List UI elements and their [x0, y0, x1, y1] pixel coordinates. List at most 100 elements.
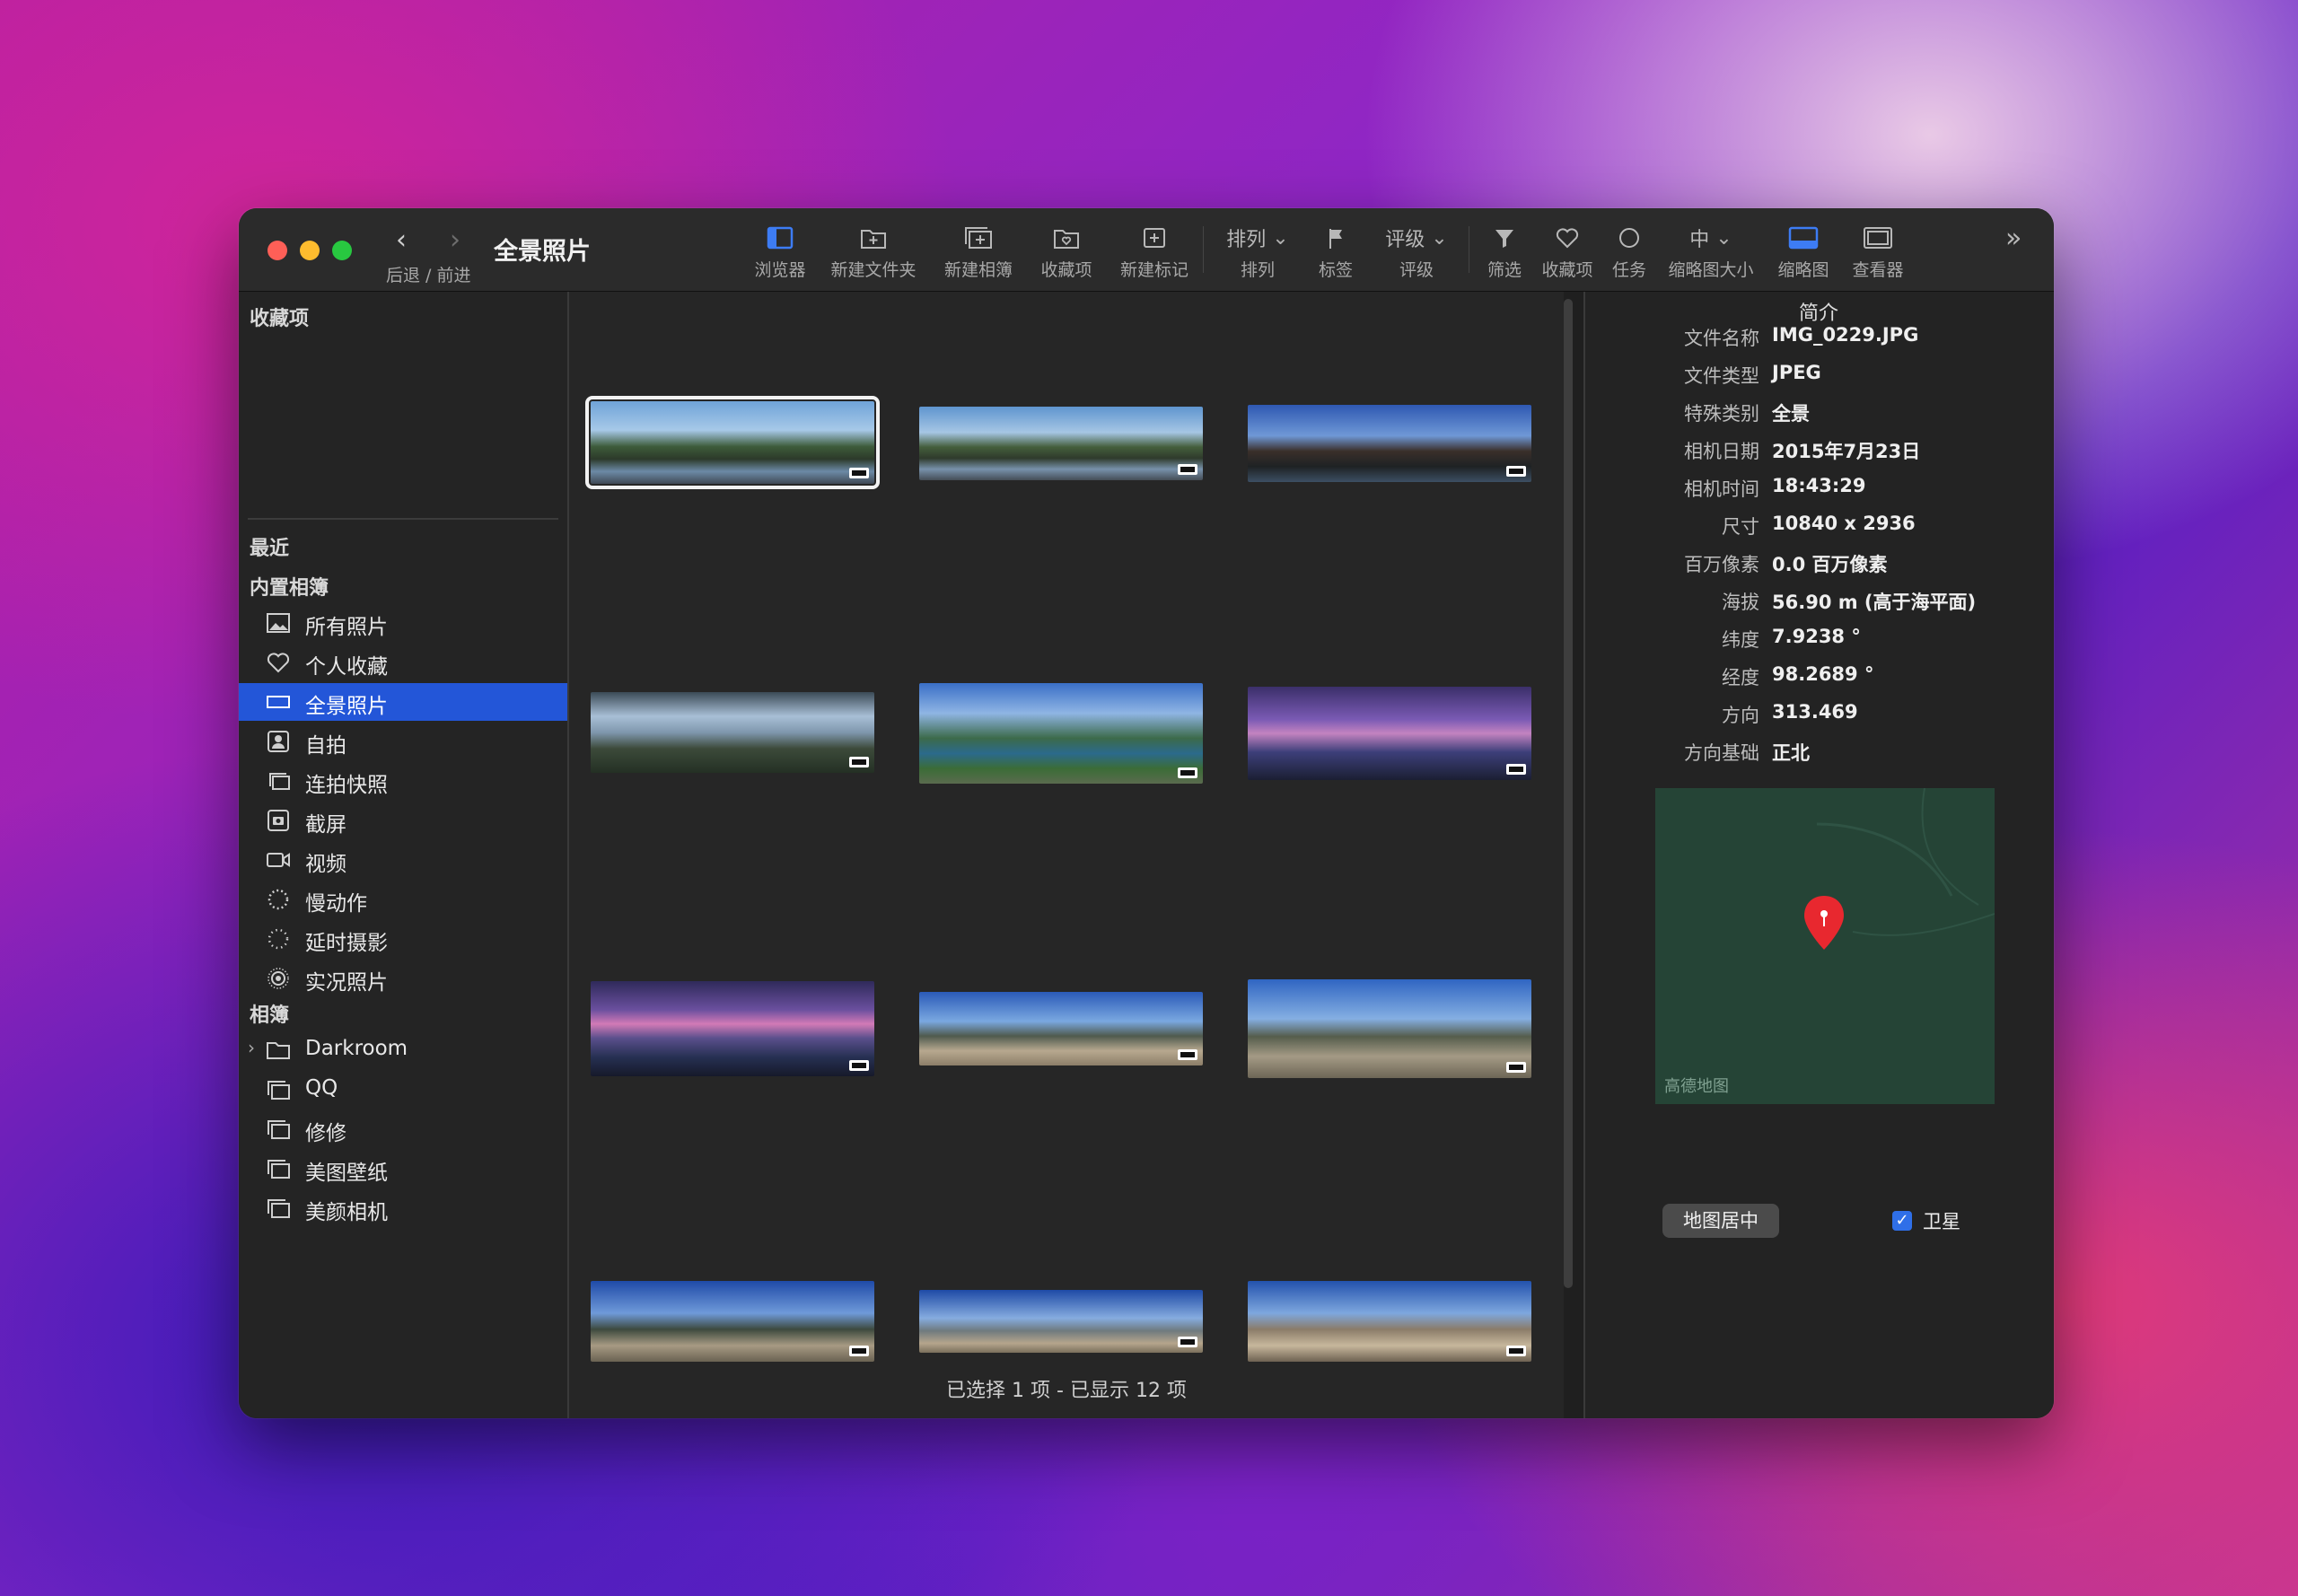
burst-icon: [269, 773, 290, 790]
photo-thumbnail[interactable]: [585, 396, 880, 489]
tags-button[interactable]: 标签: [1309, 221, 1363, 284]
heart-icon: [1556, 228, 1579, 249]
photo-thumbnail[interactable]: [1248, 979, 1531, 1078]
circle-icon: [1619, 228, 1639, 248]
photo-thumbnail[interactable]: [1248, 687, 1531, 780]
panorama-badge-icon: [1506, 1346, 1526, 1356]
albums-header: 相簿: [250, 1004, 290, 1027]
tasks-button[interactable]: 任务: [1607, 221, 1652, 284]
filter-icon: [1495, 230, 1513, 248]
new-album-icon: [965, 227, 992, 249]
status-bar: 已选择 1 项 - 已显示 12 项: [946, 1380, 1187, 1402]
browser-button[interactable]: 浏览器: [749, 221, 811, 284]
info-row: 方向基础 正北: [1684, 742, 1810, 764]
new-marker-icon: [1144, 228, 1165, 248]
slowmo-icon: [268, 889, 289, 910]
thumbnails-icon: [1788, 226, 1819, 250]
sidebar-item-wallpapers[interactable]: 美图壁纸: [239, 1150, 567, 1188]
browser-icon: [767, 226, 794, 250]
sidebar-divider: [248, 518, 558, 520]
panorama-badge-icon: [849, 1346, 869, 1356]
sidebar-item-bursts[interactable]: 连拍快照: [239, 762, 567, 800]
sidebar-item-videos[interactable]: 视频: [239, 841, 567, 879]
more-icon[interactable]: »: [2005, 223, 2022, 254]
info-row: 经度 98.2689 °: [1722, 663, 1874, 688]
sidebar-item-all-photos[interactable]: 所有照片: [239, 604, 567, 642]
recent-header[interactable]: 最近: [250, 532, 289, 561]
photo-thumbnail[interactable]: [591, 981, 874, 1076]
info-row: 纬度 7.9238 °: [1722, 626, 1861, 651]
viewer-button[interactable]: 查看器: [1842, 221, 1914, 284]
photo-icon: [267, 613, 290, 633]
sidebar-item-xiuxiu[interactable]: 修修: [239, 1110, 567, 1148]
back-icon[interactable]: ‹: [388, 223, 415, 259]
album-icon: [268, 1081, 290, 1100]
chevron-right-icon[interactable]: ›: [248, 1037, 255, 1058]
info-row: 特殊类别 全景: [1684, 403, 1810, 425]
nav-arrows: ‹ ›: [388, 223, 487, 259]
satellite-checkbox[interactable]: ✓: [1892, 1211, 1912, 1231]
sidebar-item-darkroom[interactable]: › Darkroom: [239, 1031, 567, 1069]
sort-dropdown[interactable]: 排列 ⌄ 排列: [1217, 221, 1298, 284]
info-row: 海拔 56.90 m (高于海平面): [1722, 592, 1977, 613]
live-photo-icon: [268, 968, 289, 989]
photo-thumbnail[interactable]: [919, 992, 1203, 1065]
new-album-button[interactable]: 新建相簿: [935, 221, 1022, 284]
photo-thumbnail[interactable]: [591, 1281, 874, 1362]
toolbar-separator: [1203, 226, 1204, 273]
sidebar-item-beauty-camera[interactable]: 美颜相机: [239, 1189, 567, 1227]
vertical-scrollbar[interactable]: [1564, 299, 1573, 1288]
new-folder-button[interactable]: 新建文件夹: [824, 221, 923, 284]
forward-icon[interactable]: ›: [442, 223, 469, 259]
favorite-button[interactable]: 收藏项: [1531, 221, 1603, 284]
info-row: 文件名称 IMG_0229.JPG: [1684, 324, 1919, 349]
panorama-badge-icon: [1506, 1062, 1526, 1073]
sidebar: 收藏项 最近 内置相簿 所有照片 个人收藏 全景照片 自拍 连拍快照 截屏 视频…: [239, 292, 569, 1418]
sidebar-item-panoramas[interactable]: 全景照片: [239, 683, 567, 721]
info-row: 方向 313.469: [1722, 701, 1858, 726]
photo-thumbnail[interactable]: [1248, 1281, 1531, 1362]
new-marker-button[interactable]: 新建标记: [1106, 221, 1203, 284]
favorites-header: 收藏项: [250, 308, 310, 330]
thumbnails-view-button[interactable]: 缩略图: [1770, 221, 1837, 284]
map-credit: 高德地图: [1664, 1077, 1729, 1096]
photo-thumbnail[interactable]: [919, 683, 1203, 784]
sidebar-item-selfies[interactable]: 自拍: [239, 723, 567, 760]
sidebar-item-qq[interactable]: QQ: [239, 1071, 567, 1109]
video-icon: [267, 853, 290, 867]
info-row: 百万像素 0.0 百万像素: [1684, 554, 1888, 575]
minimize-button[interactable]: [300, 241, 320, 260]
photo-grid: 已选择 1 项 - 已显示 12 项: [569, 292, 1573, 1418]
builtin-albums-header: 内置相簿: [250, 577, 329, 600]
panorama-badge-icon: [1506, 764, 1526, 775]
filter-button[interactable]: 筛选: [1478, 221, 1531, 284]
photo-thumbnail[interactable]: [591, 692, 874, 773]
zoom-button[interactable]: [332, 241, 352, 260]
sidebar-item-slowmo[interactable]: 慢动作: [239, 881, 567, 918]
favorites-button[interactable]: 收藏项: [1031, 221, 1102, 284]
viewer-icon: [1864, 227, 1892, 249]
panorama-badge-icon: [1178, 464, 1197, 475]
sidebar-item-favorites[interactable]: 个人收藏: [239, 644, 567, 681]
album-icon: [268, 1199, 290, 1218]
timelapse-icon: [268, 928, 289, 950]
center-map-button[interactable]: 地图居中: [1662, 1204, 1779, 1238]
sidebar-item-live-photos[interactable]: 实况照片: [239, 960, 567, 997]
rating-dropdown[interactable]: 评级 ⌄ 评级: [1375, 221, 1458, 284]
close-button[interactable]: [268, 241, 287, 260]
sidebar-item-screenshots[interactable]: 截屏: [239, 802, 567, 839]
panorama-badge-icon: [849, 1060, 869, 1071]
photo-thumbnail[interactable]: [919, 1290, 1203, 1353]
sidebar-item-timelapse[interactable]: 延时摄影: [239, 920, 567, 958]
selfie-icon: [268, 731, 289, 752]
location-map[interactable]: 高德地图: [1655, 788, 1995, 1104]
info-row: 文件类型 JPEG: [1684, 362, 1821, 387]
photo-thumbnail[interactable]: [919, 407, 1203, 480]
thumbnail-size-dropdown[interactable]: 中 ⌄ 缩略图大小: [1661, 221, 1761, 284]
heart-icon: [267, 653, 290, 673]
new-folder-icon: [861, 230, 886, 249]
info-row: 尺寸 10840 x 2936: [1722, 513, 1916, 538]
photo-thumbnail[interactable]: [1248, 405, 1531, 482]
window-title: 全景照片: [494, 238, 591, 266]
nav-label: 后退 / 前进: [386, 266, 471, 285]
